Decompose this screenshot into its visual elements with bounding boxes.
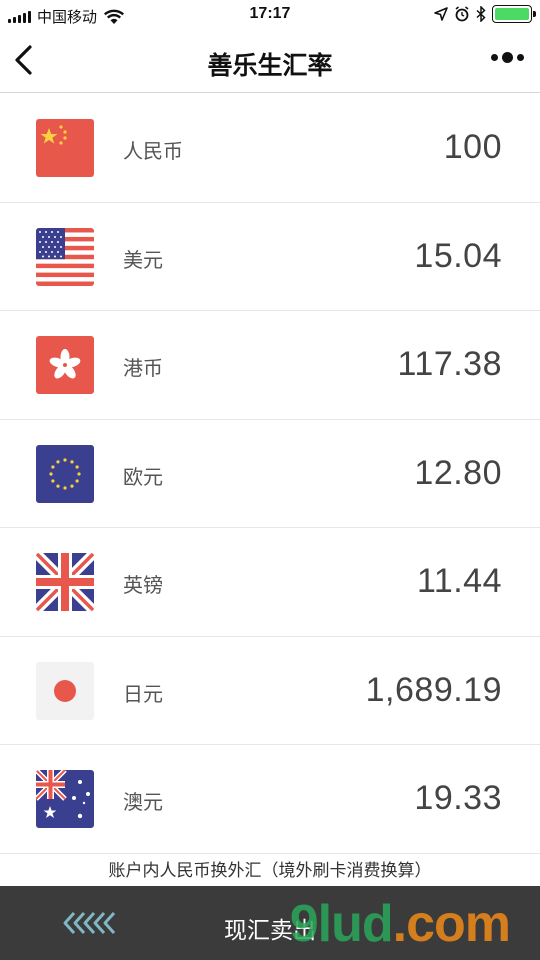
currency-row-gbp[interactable]: 英镑 11.44 (0, 528, 540, 637)
more-dot-icon (502, 52, 513, 63)
currency-value: 15.04 (414, 236, 502, 275)
currency-value: 100 (443, 128, 502, 166)
location-arrow-icon (434, 7, 448, 21)
cn-flag-icon (36, 119, 94, 177)
alarm-icon (455, 6, 469, 22)
more-dot-icon (491, 54, 498, 61)
au-flag-icon (36, 770, 94, 828)
jp-flag-icon (36, 661, 94, 720)
battery-fill (495, 8, 529, 20)
currency-row-hkd[interactable]: 港币 117.38 (0, 311, 540, 420)
currency-row-usd[interactable]: 美元 15.04 (0, 203, 540, 311)
currency-value: 11.44 (416, 562, 502, 600)
currency-row-jpy[interactable]: 日元 1,689.19 (0, 637, 540, 745)
status-right (434, 5, 536, 23)
currency-name: 英镑 (123, 575, 163, 597)
currency-name: 人民币 (123, 141, 183, 163)
eu-flag-icon (36, 444, 94, 503)
watermark-dot: .com (392, 895, 511, 953)
battery-icon (492, 5, 536, 23)
currency-name: 日元 (123, 683, 163, 706)
currency-row-cny[interactable]: 人民币 100 (0, 94, 540, 203)
currency-list: 人民币 100 美元 15.04 港币 117.38 欧元 12.80 英镑 1… (0, 94, 540, 854)
watermark-logo: 9lud.com (289, 894, 511, 954)
exchange-note: 账户内人民币换外汇（境外刷卡消费换算） (108, 861, 432, 880)
currency-name: 美元 (123, 249, 163, 272)
currency-value: 19.33 (414, 779, 502, 817)
currency-value: 1,689.19 (365, 670, 502, 709)
bottom-bar: 现汇卖出 9lud.com (0, 886, 540, 960)
currency-value: 12.80 (414, 453, 502, 492)
uk-flag-icon (36, 553, 94, 611)
currency-row-aud[interactable]: 澳元 19.33 (0, 745, 540, 854)
currency-value: 117.38 (397, 345, 502, 383)
more-button[interactable] (491, 52, 524, 63)
status-bar: 中国移动 17:17 (0, 0, 540, 30)
watermark-main: 9lud (289, 895, 394, 953)
more-dot-icon (517, 54, 524, 61)
currency-name: 港币 (123, 358, 163, 380)
page-title: 善乐生汇率 (207, 52, 333, 80)
currency-row-eur[interactable]: 欧元 12.80 (0, 420, 540, 528)
us-flag-icon (36, 227, 94, 286)
bluetooth-icon (476, 6, 486, 22)
nav-bar: 善乐生汇率 (0, 30, 540, 93)
hk-flag-icon (36, 336, 94, 394)
currency-name: 澳元 (123, 792, 163, 814)
currency-name: 欧元 (123, 466, 163, 489)
